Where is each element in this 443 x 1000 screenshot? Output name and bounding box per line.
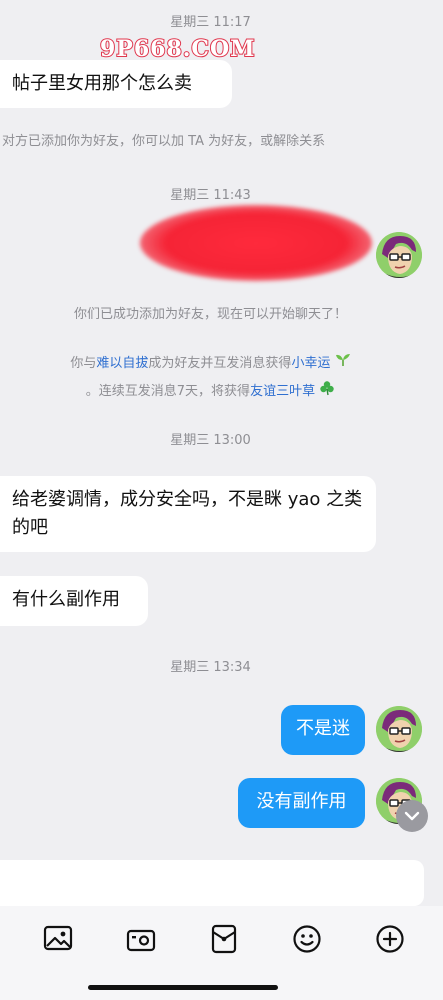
chevron-down-icon: [404, 811, 420, 821]
home-indicator: [88, 985, 278, 990]
system-message: 对方已添加你为好友，你可以加 TA 为好友，或解除关系: [2, 134, 326, 149]
message-bubble-outgoing[interactable]: 没有副作用: [238, 778, 365, 828]
clover-icon: [319, 380, 335, 403]
avatar-image: [376, 706, 422, 752]
timestamp: 星期三 11:43: [170, 188, 251, 203]
message-text: 没有副作用: [256, 791, 347, 812]
streak-text: 成为好友并互发消息获得: [148, 356, 292, 371]
contact-name-link[interactable]: 难以自拔: [96, 356, 148, 371]
timestamp: 星期三 13:00: [170, 433, 251, 448]
emoji-icon: [293, 925, 321, 953]
badge-link-lucky[interactable]: 小幸运: [291, 356, 330, 371]
camera-button[interactable]: [121, 919, 161, 959]
image-button[interactable]: [38, 919, 78, 959]
watermark-text: 9P668.COM: [99, 35, 256, 63]
timestamp: 星期三 13:34: [170, 660, 251, 675]
streak-message-line2: 。连续互发消息7天，将获得友谊三叶草: [0, 380, 421, 403]
redacted-message-bubble[interactable]: [140, 205, 372, 281]
image-icon: [43, 925, 73, 951]
streak-message: 你与难以自拔成为好友并互发消息获得小幸运: [0, 353, 421, 374]
timestamp: 星期三 11:17: [170, 15, 251, 30]
message-bubble-incoming[interactable]: 给老婆调情，成分安全吗，不是眯 yao 之类的吧: [0, 476, 376, 552]
badge-link-clover[interactable]: 友谊三叶草: [250, 384, 315, 399]
message-text: 给老婆调情，成分安全吗，不是眯 yao 之类的吧: [12, 489, 363, 538]
scroll-to-bottom-button[interactable]: [396, 800, 428, 832]
avatar-image: [376, 232, 422, 278]
seedling-icon: [335, 353, 351, 374]
avatar[interactable]: [376, 706, 422, 752]
message-bubble-outgoing[interactable]: 不是迷: [281, 705, 365, 755]
message-bubble-incoming[interactable]: 有什么副作用: [0, 576, 148, 626]
message-text: 有什么副作用: [12, 589, 120, 610]
emoji-button[interactable]: [287, 919, 327, 959]
red-packet-button[interactable]: [204, 919, 244, 959]
message-bubble-incoming[interactable]: 帖子里女用那个怎么卖: [0, 60, 232, 108]
streak-text: 。连续互发消息7天，将获得: [85, 384, 251, 399]
camera-icon: [126, 929, 156, 952]
message-text: 帖子里女用那个怎么卖: [12, 73, 192, 94]
streak-text: 你与: [70, 356, 97, 371]
more-button[interactable]: [370, 919, 410, 959]
envelope-icon: [211, 924, 237, 954]
plus-icon: [376, 925, 404, 953]
avatar[interactable]: [376, 232, 422, 278]
message-text: 不是迷: [296, 718, 350, 739]
message-input[interactable]: [0, 860, 424, 906]
system-message: 你们已成功添加为好友，现在可以开始聊天了！: [73, 307, 347, 322]
